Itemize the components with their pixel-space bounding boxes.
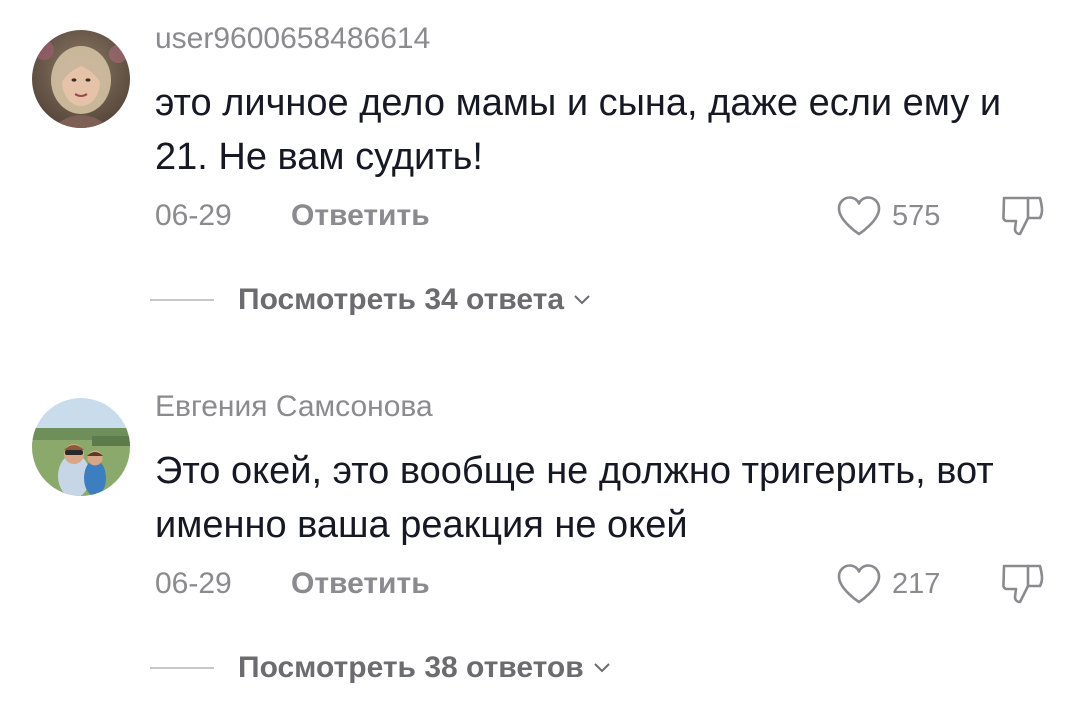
view-replies-label: Посмотреть 38 ответов [238,651,584,684]
avatar-image [32,398,130,496]
avatar-image [32,30,130,128]
view-replies-button[interactable]: Посмотреть 38 ответов [150,646,612,690]
like-button[interactable]: 575 [836,192,940,240]
divider-line [150,299,214,301]
reply-button[interactable]: Ответить [291,199,430,233]
comment-username[interactable]: Евгения Самсонова [155,390,433,424]
view-replies-label: Посмотреть 34 ответа [238,283,565,316]
comment-text: это личное дело мамы и сына, даже если е… [155,82,1002,178]
avatar[interactable] [32,30,130,128]
heart-outline-icon [837,196,881,236]
reply-button[interactable]: Ответить [291,567,430,601]
comment-meta: 06-29 Ответить [155,564,430,604]
chevron-down-icon [572,293,592,307]
comment-username[interactable]: user9600658486614 [155,22,430,56]
like-button[interactable]: 217 [836,560,940,608]
comments-list: user9600658486614 это личное дело мамы и… [0,0,1080,712]
heart-outline-icon [837,564,881,604]
comment-text: Это окей, это вообще не должно тригерить… [155,450,994,546]
avatar[interactable] [32,398,130,496]
comment-item: Евгения Самсонова Это окей, это вообще н… [0,368,1080,688]
divider-line [150,667,214,669]
thumbs-down-icon [1002,196,1044,236]
comment-date: 06-29 [155,567,232,600]
chevron-down-icon [592,661,612,675]
like-count: 217 [892,567,941,600]
comment-item: user9600658486614 это личное дело мамы и… [0,0,1080,320]
dislike-button[interactable] [998,560,1046,608]
view-replies-button[interactable]: Посмотреть 34 ответа [150,278,592,322]
comment-meta: 06-29 Ответить [155,196,430,236]
dislike-button[interactable] [998,192,1046,240]
comment-date: 06-29 [155,199,232,232]
like-count: 575 [892,199,941,232]
thumbs-down-icon [1002,564,1044,604]
